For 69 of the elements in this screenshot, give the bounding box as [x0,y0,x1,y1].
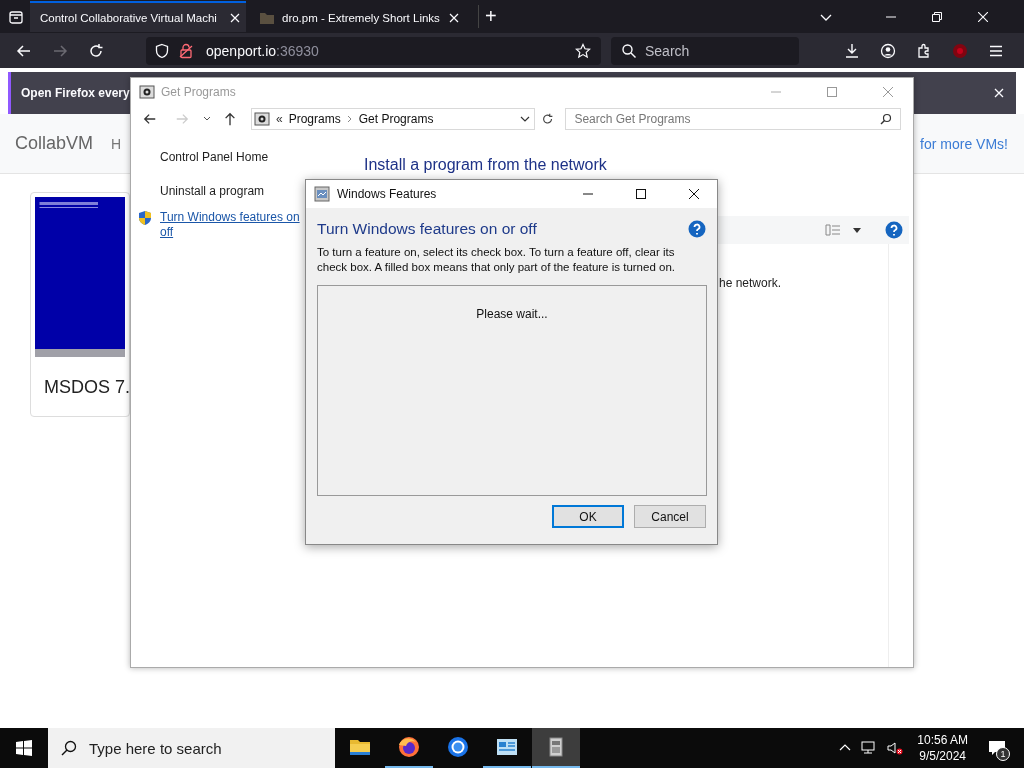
breadcrumb-item[interactable]: Get Programs [358,112,434,126]
restore-icon[interactable] [932,11,942,22]
notification-count: 1 [996,747,1010,761]
back-icon[interactable] [16,42,32,59]
search-icon [880,113,892,125]
search-field[interactable]: Search Get Programs [565,108,901,130]
forward-icon[interactable] [52,42,68,59]
action-center-button[interactable]: 1 [982,733,1012,763]
search-icon [61,740,77,756]
taskbar-search-field[interactable]: Type here to search [48,728,335,768]
shield-icon [137,210,153,226]
breadcrumb-item[interactable]: Programs [288,112,341,126]
search-icon [621,42,637,59]
section-heading: Install a program from the network [364,156,607,174]
vm-card[interactable]: MSDOS 7. [30,192,130,417]
loading-text: Please wait... [476,307,548,321]
help-icon[interactable] [688,220,706,238]
taskbar-app[interactable] [532,728,580,768]
dialog-heading: Turn Windows features on or off [317,220,537,238]
star-icon[interactable] [575,42,591,59]
control-panel-icon [254,111,270,127]
chevron-right-icon[interactable] [346,115,353,123]
window-app-icon [314,186,330,202]
vm-title: MSDOS 7. [44,377,131,398]
breadcrumb-overflow[interactable]: « [276,112,283,126]
sidebar-item[interactable]: Uninstall a program [160,184,265,198]
notification-text: Open Firefox every [21,86,130,100]
nav-link[interactable]: H [111,135,122,152]
window-title: Get Programs [161,85,236,99]
reload-icon[interactable] [88,42,104,59]
sidebar-item[interactable]: Control Panel Home [160,150,269,164]
lock-icon[interactable] [178,42,194,59]
back-icon[interactable] [143,112,157,126]
maximize-icon[interactable] [636,189,646,199]
clock-date: 9/5/2024 [919,748,966,764]
firefox-icon [397,735,421,759]
account-icon[interactable] [880,42,896,59]
caret-icon[interactable] [520,114,531,124]
close-icon[interactable] [689,189,699,199]
network-icon[interactable] [861,740,878,756]
caret-icon[interactable] [853,226,861,234]
puzzle-icon[interactable] [916,42,932,59]
up-arrow-icon[interactable] [223,112,237,126]
sidebar-link[interactable]: Turn Windows features on [160,210,300,224]
sidebar-link[interactable]: off [160,225,300,239]
control-panel-icon [139,84,155,100]
window-title: Windows Features [337,187,437,201]
address-field[interactable]: « Programs Get Programs [251,108,536,130]
dialog-description: To turn a feature on, select its check box. To turn a feature off, clear its check box. A filled box means that only part of the feature is turned on. [317,245,676,275]
help-icon[interactable] [885,221,903,239]
browser-icon [446,735,470,759]
address-bar[interactable]: openport.io:36930 [146,36,601,65]
description-text: he network. [719,276,782,290]
dialog-button[interactable]: Cancel [634,505,706,528]
clock-time: 10:56 AM [917,732,968,748]
caret-icon[interactable] [203,115,211,123]
site-brand[interactable]: CollabVM [15,133,94,154]
browser-tab[interactable]: Control Collaborative Virtual Machi [30,1,246,32]
download-icon[interactable] [844,42,860,59]
new-tab-button[interactable]: + [478,5,503,28]
nav-link[interactable]: for more VMs! [920,135,1008,152]
muted-speaker-icon[interactable] [887,740,904,756]
tab-list-icon[interactable] [8,8,24,25]
dialog-button[interactable]: OK [552,505,624,528]
clock[interactable]: 10:56 AM 9/5/2024 [917,732,968,764]
shield-icon[interactable] [154,42,170,59]
browser-tab[interactable]: dro.pm - Extremely Short Links [249,1,465,32]
start-icon[interactable] [16,740,32,756]
search-field[interactable]: Search [611,36,799,65]
